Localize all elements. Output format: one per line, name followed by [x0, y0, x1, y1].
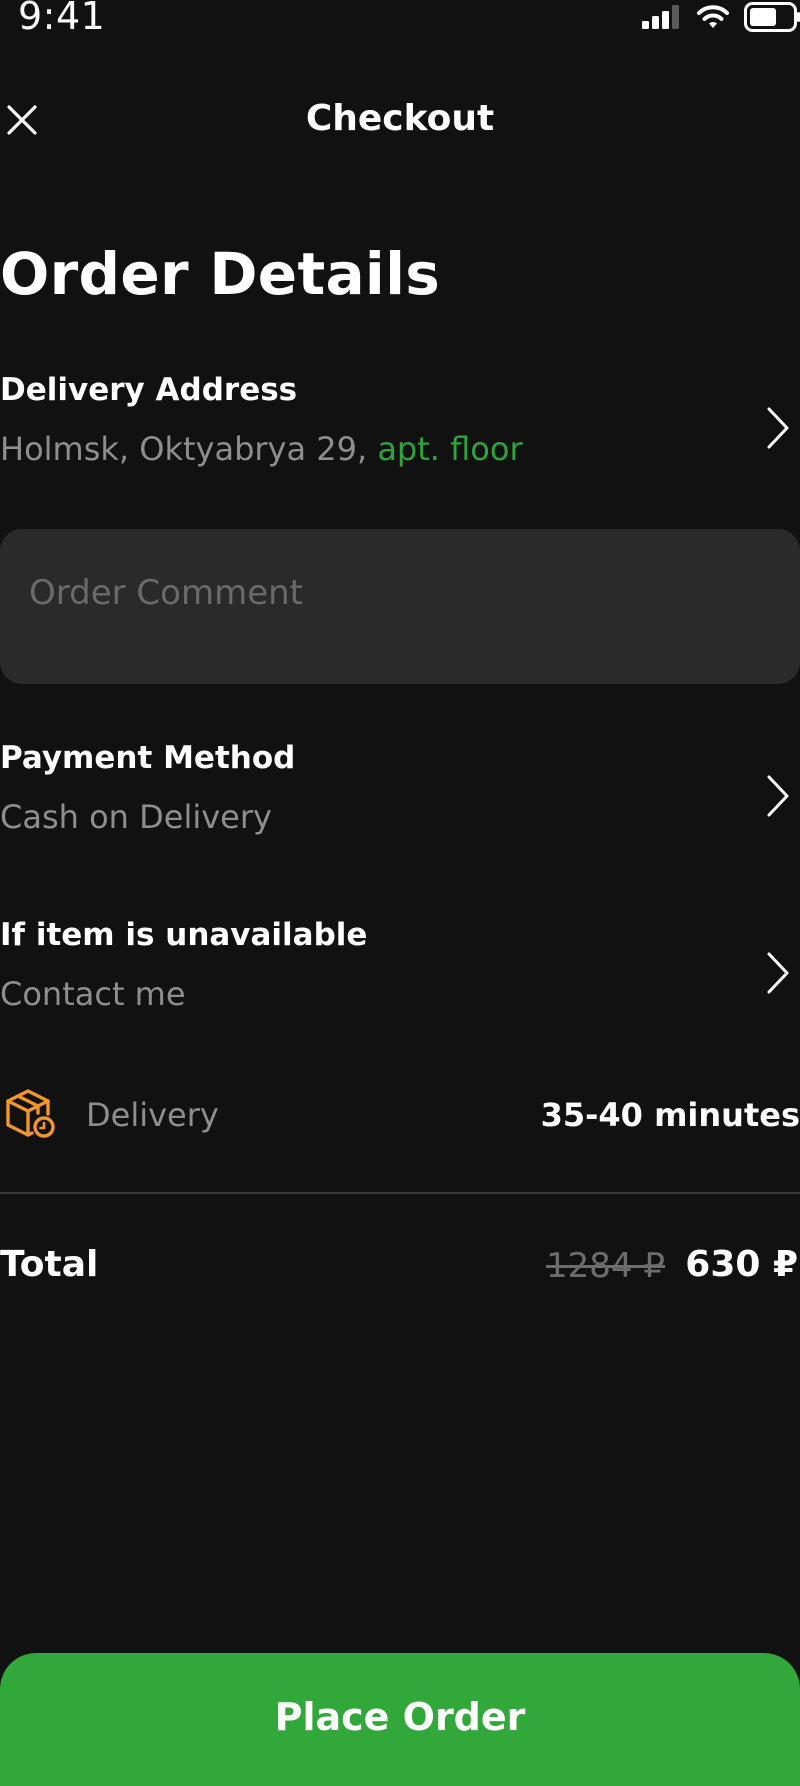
delivery-time: 35-40 minutes [540, 1096, 800, 1134]
address-text: Holmsk, Oktyabrya 29, [0, 430, 368, 468]
payment-method-value: Cash on Delivery [0, 798, 272, 836]
status-bar: 9:41 [0, 0, 800, 40]
chevron-right-icon [767, 775, 789, 817]
total-label: Total [0, 1244, 99, 1285]
delivery-address-title: Delivery Address [0, 372, 298, 408]
payment-method-row[interactable]: Payment Method Cash on Delivery [0, 740, 800, 836]
unavailable-value: Contact me [0, 975, 186, 1013]
wifi-icon [697, 5, 729, 28]
page-title: Order Details [0, 240, 441, 308]
delivery-time-row: Delivery 35-40 minutes [0, 1084, 800, 1146]
divider [0, 1192, 800, 1194]
status-icons [642, 2, 800, 32]
nav-title: Checkout [305, 98, 495, 139]
delivery-address-value: Holmsk, Oktyabrya 29, apt. floor [0, 430, 800, 468]
order-comment-input[interactable] [0, 529, 800, 684]
total-old-price: 1284 ₽ [546, 1246, 665, 1286]
chevron-right-icon [767, 952, 789, 994]
checkout-screen: 9:41 Checkout Order Details Delivery Add… [0, 0, 800, 1786]
delivery-box-icon [6, 1089, 55, 1138]
chevron-right-icon [767, 407, 789, 449]
unavailable-title: If item is unavailable [0, 917, 368, 953]
total-price: 630 ₽ [685, 1244, 798, 1285]
address-detail: apt. floor [377, 430, 523, 468]
payment-method-title: Payment Method [0, 740, 296, 776]
signal-icon [642, 5, 679, 29]
battery-icon [744, 2, 800, 32]
total-row: Total 1284 ₽ 630 ₽ [0, 1244, 800, 1294]
delivery-label: Delivery [86, 1096, 219, 1134]
order-comment-box [0, 529, 800, 684]
place-order-button[interactable]: Place Order [0, 1653, 800, 1786]
unavailable-row[interactable]: If item is unavailable Contact me [0, 917, 800, 1013]
status-time: 9:41 [18, 0, 106, 38]
delivery-address-row[interactable]: Delivery Address Holmsk, Oktyabrya 29, a… [0, 372, 800, 468]
